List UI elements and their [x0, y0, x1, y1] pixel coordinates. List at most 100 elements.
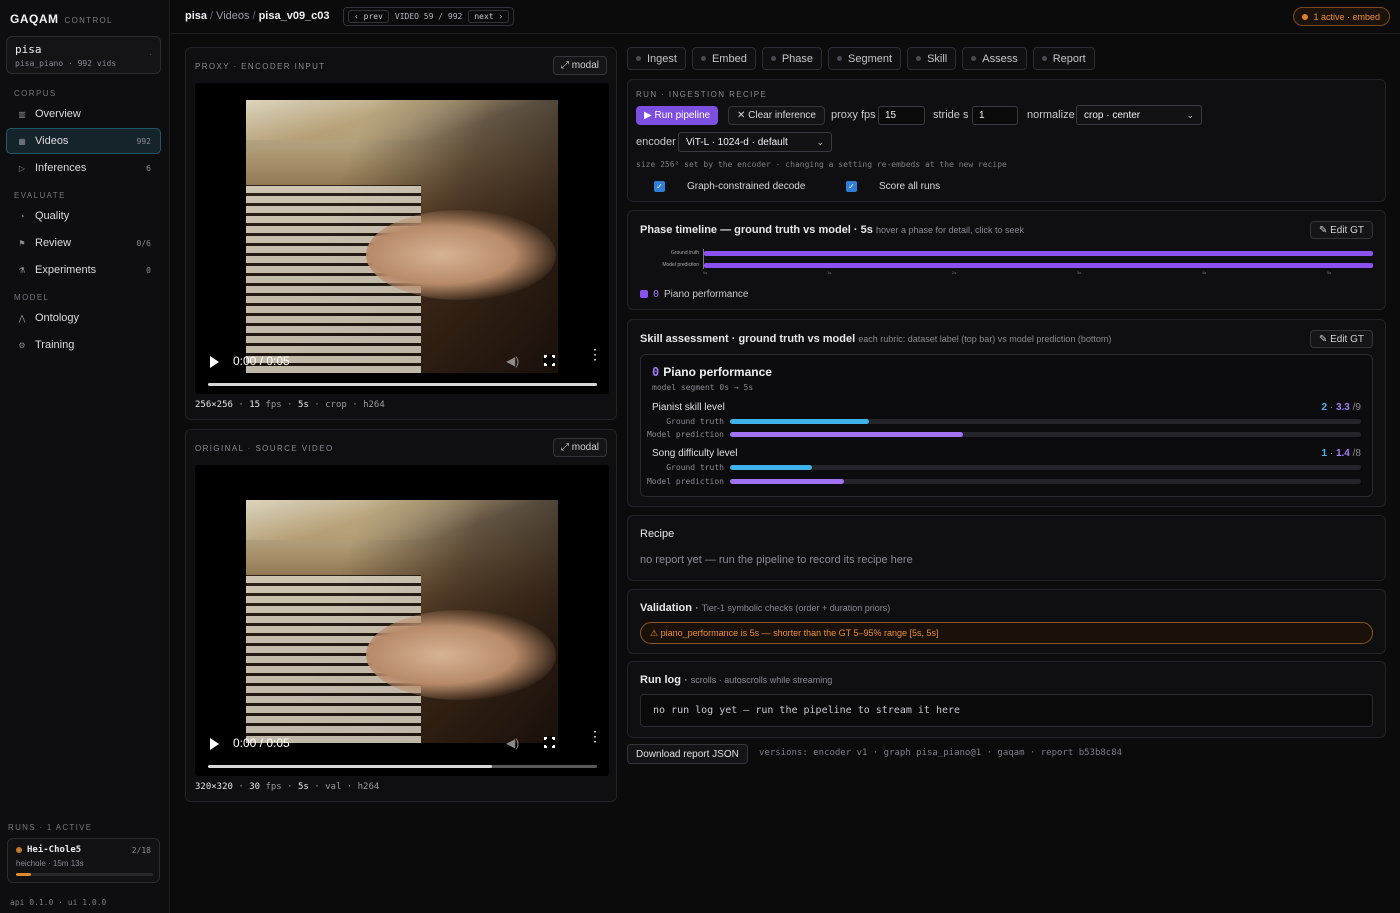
tab-embed[interactable]: Embed [691, 47, 756, 70]
run-log-card: Run log · scrolls · autoscrolls while st… [627, 661, 1386, 738]
fullscreen-icon[interactable] [543, 736, 556, 749]
rubric-pred-fill [730, 432, 964, 437]
tab-ingest[interactable]: Ingest [627, 47, 686, 70]
sidebar-item-label: Training [35, 339, 75, 351]
sidebar-item-training[interactable]: ⚙ Training [6, 332, 161, 358]
breadcrumb-videos[interactable]: Videos [216, 10, 249, 22]
project-name: pisa [15, 43, 42, 56]
score-all-runs-label: Score all runs [879, 181, 941, 192]
tab-segment[interactable]: Segment [828, 47, 902, 70]
next-video-button[interactable]: next › [468, 10, 510, 23]
tab-skill[interactable]: Skill [907, 47, 957, 70]
ontology-icon: ⋀ [18, 313, 26, 323]
panel-title: PROXY · ENCODER INPUT [195, 62, 326, 71]
recipe-title: RUN · INGESTION RECIPE [636, 90, 768, 99]
video-time: 0:00 / 0:05 [233, 736, 290, 750]
skill-segment: model segment 0s → 5s [652, 383, 754, 392]
sidebar-item-inferences[interactable]: ▷ Inferences 6 [6, 155, 161, 181]
tab-status-dot [916, 56, 922, 61]
nav-section-evaluate: EVALUATE [14, 191, 66, 200]
run-status-dot [16, 847, 22, 853]
clear-inference-button[interactable]: ✕ Clear inference [728, 106, 825, 125]
sidebar-item-count: 0 [146, 265, 151, 275]
volume-icon[interactable]: ◀) [506, 736, 519, 750]
sidebar-item-ontology[interactable]: ⋀ Ontology [6, 305, 161, 331]
validation-warning: ⚠ piano_performance is 5s — shorter than… [640, 622, 1373, 644]
bar-label: Model prediction [646, 477, 724, 486]
tab-assess[interactable]: Assess [962, 47, 1027, 70]
timeline-tick: 3s [1077, 270, 1082, 275]
proxy-fps-input[interactable]: 15 [878, 106, 925, 125]
edit-gt-button[interactable]: ✎ Edit GT [1309, 330, 1373, 348]
more-options-icon[interactable]: ⋮ [588, 729, 602, 743]
legend-index: 0 [653, 289, 660, 300]
card-title: Run log · scrolls · autoscrolls while st… [640, 674, 833, 686]
encoder-select[interactable]: ViT-L · 1024-d · default ⌄ [678, 132, 832, 152]
videos-icon: ▦ [18, 136, 26, 146]
project-menu-icon[interactable]: · [149, 50, 152, 59]
sidebar-item-label: Overview [35, 108, 81, 120]
run-pipeline-button[interactable]: ▶ Run pipeline [636, 106, 719, 125]
chevron-down-icon: ⌄ [1186, 109, 1194, 120]
video-position: VIDEO 59 / 992 [394, 12, 463, 21]
seek-bar[interactable] [208, 383, 597, 386]
tab-phase[interactable]: Phase [761, 47, 823, 70]
tab-status-dot [1041, 56, 1047, 61]
sidebar-item-videos[interactable]: ▦ Videos 992 [6, 128, 161, 154]
volume-icon[interactable]: ◀) [506, 354, 519, 368]
tab-report[interactable]: Report [1032, 47, 1095, 70]
sidebar-item-review[interactable]: ⚑ Review 0/6 [6, 230, 161, 256]
graph-decode-checkbox[interactable]: ✓ [654, 181, 665, 192]
proxy-video-panel: PROXY · ENCODER INPUT ⤢ modal 0:00 / 0:0… [185, 47, 617, 420]
seek-bar[interactable] [208, 765, 597, 768]
active-runs-badge[interactable]: 1 active · embed [1293, 7, 1390, 26]
rubric-gt-fill [730, 419, 869, 424]
run-log-box[interactable]: no run log yet — run the pipeline to str… [640, 694, 1373, 727]
sidebar-item-count: 6 [146, 163, 151, 173]
prev-video-button[interactable]: ‹ prev [348, 10, 389, 23]
play-icon[interactable] [210, 738, 219, 750]
panel-title: ORIGINAL · SOURCE VIDEO [195, 444, 334, 453]
normalize-select[interactable]: crop · center ⌄ [1076, 105, 1202, 125]
recipe-empty-text: no report yet — run the pipeline to reco… [640, 554, 913, 566]
sidebar-item-experiments[interactable]: ⚗ Experiments 0 [6, 257, 161, 283]
video-controls: 0:00 / 0:05 ◀) ⋮ [195, 344, 609, 394]
edit-gt-button[interactable]: ✎ Edit GT [1309, 221, 1373, 239]
run-progress-fill [16, 873, 32, 876]
brand-name: GAQAM [10, 12, 59, 26]
score-all-runs-checkbox[interactable]: ✓ [846, 181, 857, 192]
tab-status-dot [971, 56, 977, 61]
more-options-icon[interactable]: ⋮ [588, 347, 602, 361]
tab-status-dot [636, 56, 641, 61]
sidebar-item-quality[interactable]: ◔ Quality [6, 203, 161, 229]
video-frame [246, 500, 558, 743]
sidebar-item-label: Videos [35, 135, 69, 147]
nav-section-model: MODEL [14, 293, 50, 302]
modal-button[interactable]: ⤢ modal [552, 56, 607, 75]
rubric-pred-track [730, 479, 1361, 484]
proxy-video-player[interactable]: 0:00 / 0:05 ◀) ⋮ [195, 83, 609, 394]
breadcrumb-project[interactable]: pisa [185, 10, 207, 22]
original-video-player[interactable]: 0:00 / 0:05 ◀) ⋮ [195, 465, 609, 776]
rubric-name: Song difficulty level [652, 448, 738, 459]
run-name: Hei-Chole5 [27, 845, 82, 855]
skill-name: 0 Piano performance [652, 365, 772, 379]
download-report-button[interactable]: Download report JSON [627, 744, 748, 764]
skill-box: 0 Piano performance model segment 0s → 5s… [640, 354, 1373, 497]
run-card[interactable]: Hei-Chole5 2/18 heichole · 15m 13s [7, 838, 160, 883]
sidebar-item-overview[interactable]: ▥ Overview [6, 101, 161, 127]
modal-button[interactable]: ⤢ modal [552, 438, 607, 457]
fullscreen-icon[interactable] [543, 354, 556, 367]
brand[interactable]: GAQAM CONTROL [10, 12, 113, 26]
timeline-pred-phase[interactable] [704, 263, 1373, 268]
run-progress-bar [16, 873, 153, 876]
timeline-gt-phase[interactable] [704, 251, 1373, 256]
chevron-down-icon: ⌄ [816, 136, 824, 147]
stride-input[interactable]: 1 [972, 106, 1018, 125]
top-bar: pisa / Videos / pisa_v09_c03 ‹ prev VIDEO 59… [171, 0, 1400, 34]
rubric-score: 1 · 1.4 /8 [1321, 448, 1361, 459]
brand-sub: CONTROL [64, 16, 113, 25]
active-runs-label: 1 active · embed [1313, 11, 1380, 22]
project-switcher[interactable]: pisa pisa_piano · 992 vids · [6, 36, 161, 74]
play-icon[interactable] [210, 356, 219, 368]
